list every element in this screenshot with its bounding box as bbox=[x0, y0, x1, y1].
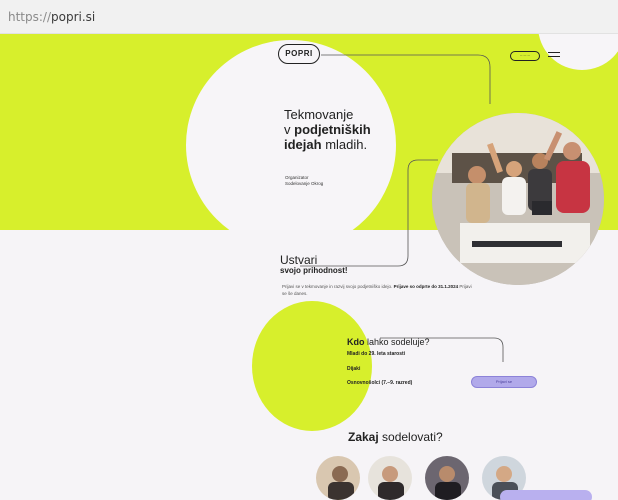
intro-body: Prijavi se v tekmovanje in razvij svojo … bbox=[282, 284, 472, 296]
headline-line-2: v podjetniških bbox=[284, 122, 371, 137]
hero-headline: Tekmovanje v podjetniških idejah mladih. bbox=[284, 107, 371, 152]
intro-title-line-2: svojo prihodnost! bbox=[280, 266, 348, 275]
eligibility-item: Mladi do 29. leta starosti bbox=[347, 351, 406, 357]
nav-pill-button[interactable]: ········ bbox=[510, 51, 540, 61]
intro-title-line-1: Ustvari bbox=[280, 253, 318, 267]
headline-line-1: Tekmovanje bbox=[284, 107, 354, 122]
page: https://popri.si POPRI ········ Tekmovan… bbox=[0, 0, 618, 500]
hero-subnote: Organizator Sodelovanje Okrog bbox=[285, 175, 324, 186]
testimonial-photo[interactable] bbox=[316, 456, 360, 500]
eligibility-title: Kdo lahko sodeluje? bbox=[347, 337, 430, 347]
url-host: popri.si bbox=[51, 10, 96, 24]
url-text[interactable]: https://popri.si bbox=[8, 10, 95, 24]
apply-button[interactable]: Prijavi se bbox=[471, 376, 537, 388]
hamburger-menu-icon[interactable] bbox=[548, 52, 560, 60]
team-photo-image bbox=[432, 113, 604, 285]
decorative-lavender-bar bbox=[500, 490, 592, 500]
eligibility-item: Osnovnošolci (7.–9. razred) bbox=[347, 380, 413, 386]
intro-title: Ustvari svojo prihodnost! bbox=[280, 254, 348, 276]
popri-logo[interactable]: POPRI bbox=[278, 44, 320, 64]
testimonial-photo[interactable] bbox=[425, 456, 469, 500]
browser-address-bar[interactable]: https://popri.si bbox=[0, 0, 618, 34]
why-participate-heading: Zakaj sodelovati? bbox=[348, 430, 443, 444]
eligibility-item: Dijaki bbox=[347, 366, 361, 372]
headline-line-3: idejah mladih. bbox=[284, 137, 368, 152]
testimonial-photo[interactable] bbox=[368, 456, 412, 500]
team-photo bbox=[432, 113, 604, 285]
